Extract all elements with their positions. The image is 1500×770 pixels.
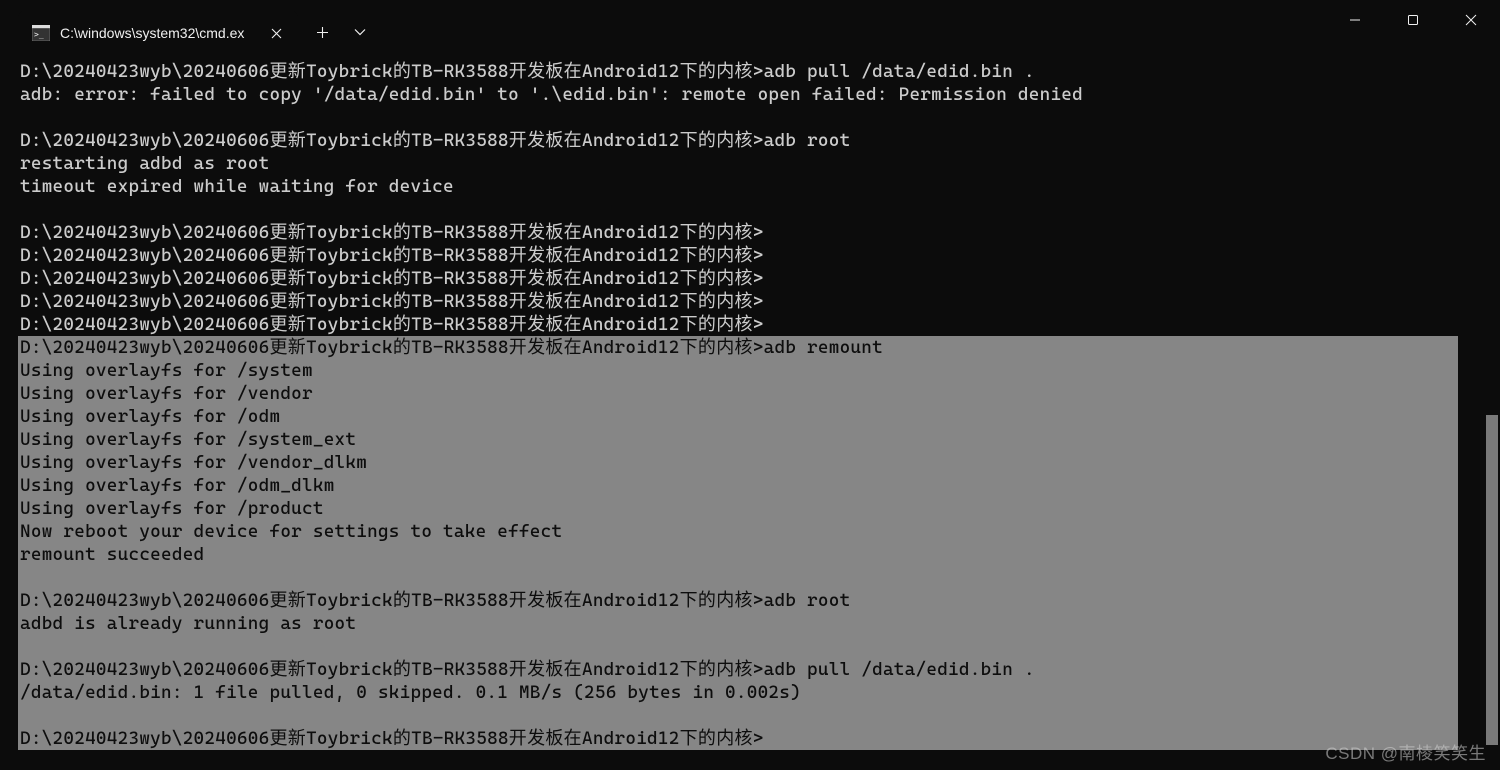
terminal-line xyxy=(20,106,1500,129)
terminal-line: D:\20240423wyb\20240606更新Toybrick的TB-RK3… xyxy=(18,589,1458,612)
terminal-line: D:\20240423wyb\20240606更新Toybrick的TB-RK3… xyxy=(20,313,1500,336)
terminal-line: /data/edid.bin: 1 file pulled, 0 skipped… xyxy=(18,681,1458,704)
terminal-line: Using overlayfs for /odm_dlkm xyxy=(18,474,1458,497)
terminal-line: D:\20240423wyb\20240606更新Toybrick的TB-RK3… xyxy=(18,727,1458,750)
watermark: CSDN @南棱笑笑生 xyxy=(1325,739,1486,764)
maximize-button[interactable] xyxy=(1384,0,1442,40)
terminal-line: Using overlayfs for /system_ext xyxy=(18,428,1458,451)
window-controls xyxy=(1326,0,1500,40)
tab-title: C:\windows\system32\cmd.ex xyxy=(60,25,262,41)
svg-text:>_: >_ xyxy=(34,30,44,39)
terminal-line: D:\20240423wyb\20240606更新Toybrick的TB-RK3… xyxy=(20,60,1500,83)
titlebar: >_ C:\windows\system32\cmd.ex xyxy=(0,0,1500,52)
minimize-button[interactable] xyxy=(1326,0,1384,40)
terminal-output[interactable]: D:\20240423wyb\20240606更新Toybrick的TB-RK3… xyxy=(0,52,1500,750)
terminal-line xyxy=(18,704,1458,727)
terminal-line: Using overlayfs for /vendor_dlkm xyxy=(18,451,1458,474)
terminal-line: D:\20240423wyb\20240606更新Toybrick的TB-RK3… xyxy=(20,221,1500,244)
tab-close-button[interactable] xyxy=(262,19,290,47)
terminal-line: remount succeeded xyxy=(18,543,1458,566)
terminal-line: D:\20240423wyb\20240606更新Toybrick的TB-RK3… xyxy=(18,336,1458,359)
terminal-line: adb: error: failed to copy '/data/edid.b… xyxy=(20,83,1500,106)
terminal-line: Now reboot your device for settings to t… xyxy=(18,520,1458,543)
terminal-line: adbd is already running as root xyxy=(18,612,1458,635)
terminal-line xyxy=(20,198,1500,221)
tab-dropdown-button[interactable] xyxy=(342,12,378,52)
close-button[interactable] xyxy=(1442,0,1500,40)
terminal-line: Using overlayfs for /system xyxy=(18,359,1458,382)
terminal-line: restarting adbd as root xyxy=(20,152,1500,175)
terminal-line: timeout expired while waiting for device xyxy=(20,175,1500,198)
terminal-line: Using overlayfs for /odm xyxy=(18,405,1458,428)
terminal-tab[interactable]: >_ C:\windows\system32\cmd.ex xyxy=(18,10,298,56)
terminal-line: D:\20240423wyb\20240606更新Toybrick的TB-RK3… xyxy=(20,129,1500,152)
terminal-line: D:\20240423wyb\20240606更新Toybrick的TB-RK3… xyxy=(18,658,1458,681)
scrollbar-thumb[interactable] xyxy=(1486,415,1498,745)
terminal-line xyxy=(18,566,1458,589)
terminal-line: D:\20240423wyb\20240606更新Toybrick的TB-RK3… xyxy=(20,290,1500,313)
terminal-line: Using overlayfs for /vendor xyxy=(18,382,1458,405)
new-tab-button[interactable] xyxy=(302,12,342,52)
terminal-line: D:\20240423wyb\20240606更新Toybrick的TB-RK3… xyxy=(20,244,1500,267)
cmd-icon: >_ xyxy=(32,25,50,41)
terminal-line: Using overlayfs for /product xyxy=(18,497,1458,520)
terminal-line xyxy=(18,635,1458,658)
terminal-line: D:\20240423wyb\20240606更新Toybrick的TB-RK3… xyxy=(20,267,1500,290)
